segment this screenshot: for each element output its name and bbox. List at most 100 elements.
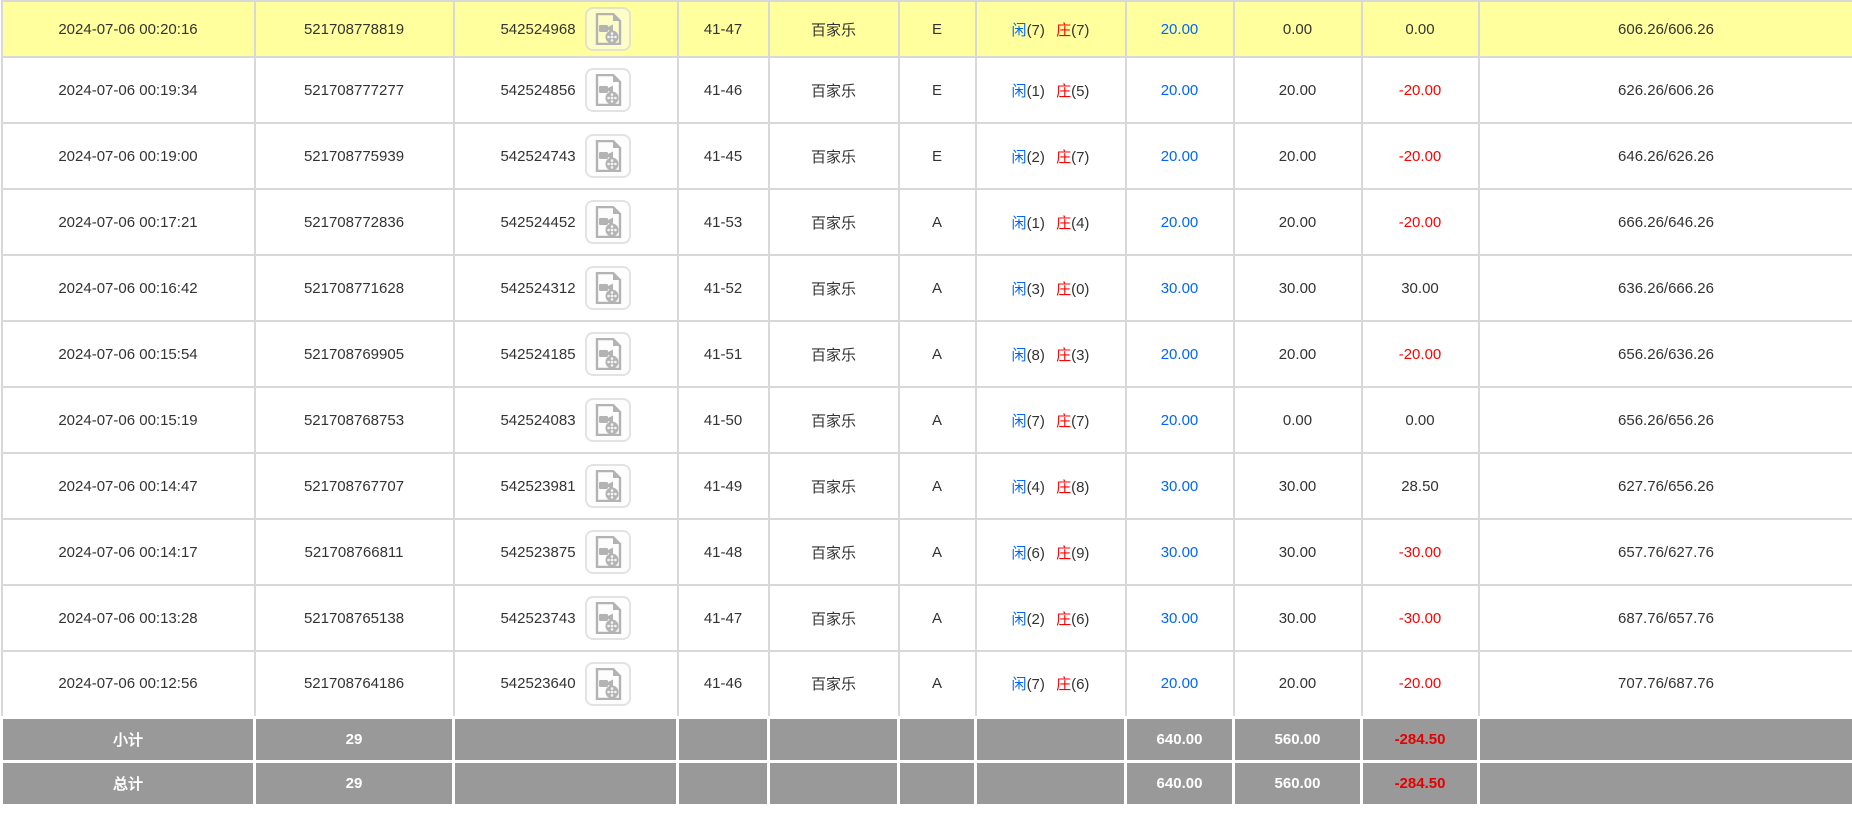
player-result: 闲(8): [1012, 347, 1045, 364]
table-row[interactable]: 2024-07-06 00:12:56 521708764186 5425236…: [2, 651, 1852, 717]
table-row[interactable]: 2024-07-06 00:13:28 521708765138 5425237…: [2, 585, 1852, 651]
bet-amount-link[interactable]: 20.00: [1161, 82, 1199, 99]
result-cell: 闲(4) 庄(8): [976, 453, 1126, 519]
winloss-cell: 28.50: [1362, 453, 1479, 519]
time-cell: 2024-07-06 00:14:47: [2, 453, 255, 519]
player-points: (7): [1027, 676, 1045, 693]
video-replay-button[interactable]: [585, 68, 631, 112]
bet-amount-link[interactable]: 30.00: [1161, 280, 1199, 297]
bet-amount-link[interactable]: 30.00: [1161, 610, 1199, 627]
game-name-cell: 百家乐: [769, 519, 899, 585]
valid-amount: 20.00: [1279, 346, 1317, 363]
result-cell: 闲(6) 庄(9): [976, 519, 1126, 585]
valid-amount: 30.00: [1279, 610, 1317, 627]
video-replay-button[interactable]: [585, 266, 631, 310]
table-letter-cell: A: [899, 255, 976, 321]
game-id: 542523875: [500, 544, 575, 561]
table-letter-cell: A: [899, 453, 976, 519]
summary-winloss-total: -284.50: [1395, 775, 1446, 792]
banker-points: (3): [1071, 347, 1089, 364]
valid-amount-cell: 30.00: [1234, 585, 1362, 651]
table-row[interactable]: 2024-07-06 00:15:54 521708769905 5425241…: [2, 321, 1852, 387]
winloss-amount: -30.00: [1399, 544, 1442, 561]
balance-value: 646.26/626.26: [1618, 148, 1714, 165]
time-cell: 2024-07-06 00:16:42: [2, 255, 255, 321]
table-letter: A: [932, 610, 942, 627]
bet-amount-link[interactable]: 30.00: [1161, 544, 1199, 561]
bet-time: 2024-07-06 00:14:47: [58, 478, 197, 495]
player-label: 闲: [1012, 413, 1027, 430]
table-row[interactable]: 2024-07-06 00:16:42 521708771628 5425243…: [2, 255, 1852, 321]
table-row[interactable]: 2024-07-06 00:20:16 521708778819 5425249…: [2, 1, 1852, 57]
banker-points: (6): [1071, 676, 1089, 693]
video-replay-button[interactable]: [585, 332, 631, 376]
bet-amount-link[interactable]: 20.00: [1161, 21, 1199, 38]
balance-cell: 636.26/666.26: [1479, 255, 1852, 321]
balance-cell: 656.26/636.26: [1479, 321, 1852, 387]
video-replay-icon: [593, 206, 623, 238]
table-row[interactable]: 2024-07-06 00:17:21 521708772836 5425244…: [2, 189, 1852, 255]
banker-result: 庄(8): [1056, 479, 1089, 496]
bet-id-cell: 521708766811: [255, 519, 454, 585]
winloss-cell: -20.00: [1362, 651, 1479, 717]
banker-result: 庄(7): [1056, 22, 1089, 39]
result-cell: 闲(2) 庄(6): [976, 585, 1126, 651]
time-cell: 2024-07-06 00:19:34: [2, 57, 255, 123]
game-name: 百家乐: [811, 611, 856, 628]
table-row[interactable]: 2024-07-06 00:14:47 521708767707 5425239…: [2, 453, 1852, 519]
game-name: 百家乐: [811, 149, 856, 166]
video-replay-button[interactable]: [585, 464, 631, 508]
winloss-amount: 0.00: [1405, 412, 1434, 429]
banker-result: 庄(6): [1056, 611, 1089, 628]
game-name: 百家乐: [811, 83, 856, 100]
bet-amount-link[interactable]: 20.00: [1161, 214, 1199, 231]
video-replay-button[interactable]: [585, 596, 631, 640]
valid-amount: 30.00: [1279, 478, 1317, 495]
game-name: 百家乐: [811, 676, 856, 693]
banker-points: (8): [1071, 479, 1089, 496]
game-name-cell: 百家乐: [769, 651, 899, 717]
table-row[interactable]: 2024-07-06 00:19:00 521708775939 5425247…: [2, 123, 1852, 189]
table-row[interactable]: 2024-07-06 00:14:17 521708766811 5425238…: [2, 519, 1852, 585]
banker-result: 庄(6): [1056, 676, 1089, 693]
table-letter: A: [932, 675, 942, 692]
balance-cell: 707.76/687.76: [1479, 651, 1852, 717]
bet-id-cell: 521708765138: [255, 585, 454, 651]
player-label: 闲: [1012, 215, 1027, 232]
game-id-cell: 542523981: [454, 453, 678, 519]
time-cell: 2024-07-06 00:15:19: [2, 387, 255, 453]
game-id: 542523640: [500, 675, 575, 692]
bet-amount-link[interactable]: 20.00: [1161, 346, 1199, 363]
game-name: 百家乐: [811, 347, 856, 364]
video-replay-button[interactable]: [585, 398, 631, 442]
game-name: 百家乐: [811, 413, 856, 430]
video-replay-button[interactable]: [585, 200, 631, 244]
game-id-cell: 542523743: [454, 585, 678, 651]
banker-result: 庄(7): [1056, 413, 1089, 430]
banker-result: 庄(4): [1056, 215, 1089, 232]
game-id-cell: 542524856: [454, 57, 678, 123]
bet-time: 2024-07-06 00:19:34: [58, 82, 197, 99]
bet-amount-link[interactable]: 30.00: [1161, 478, 1199, 495]
video-replay-button[interactable]: [585, 530, 631, 574]
video-replay-button[interactable]: [585, 7, 631, 51]
bet-amount-link[interactable]: 20.00: [1161, 675, 1199, 692]
game-id: 542523743: [500, 610, 575, 627]
bet-amount-link[interactable]: 20.00: [1161, 412, 1199, 429]
valid-amount: 20.00: [1279, 675, 1317, 692]
valid-amount: 30.00: [1279, 544, 1317, 561]
winloss-cell: -30.00: [1362, 585, 1479, 651]
table-row[interactable]: 2024-07-06 00:19:34 521708777277 5425248…: [2, 57, 1852, 123]
bet-id-cell: 521708769905: [255, 321, 454, 387]
player-label: 闲: [1012, 281, 1027, 298]
result-cell: 闲(7) 庄(7): [976, 387, 1126, 453]
video-replay-button[interactable]: [585, 134, 631, 178]
table-row[interactable]: 2024-07-06 00:15:19 521708768753 5425240…: [2, 387, 1852, 453]
video-replay-button[interactable]: [585, 662, 631, 706]
balance-cell: 666.26/646.26: [1479, 189, 1852, 255]
winloss-cell: 30.00: [1362, 255, 1479, 321]
bet-id: 521708777277: [304, 82, 404, 99]
bet-amount-cell: 20.00: [1126, 321, 1234, 387]
bet-amount-link[interactable]: 20.00: [1161, 148, 1199, 165]
bet-amount-cell: 20.00: [1126, 189, 1234, 255]
